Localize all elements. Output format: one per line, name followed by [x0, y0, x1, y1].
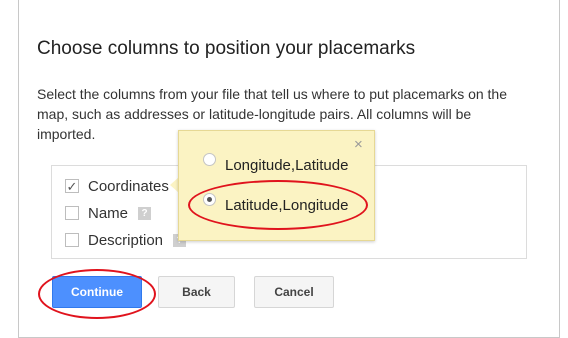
name-checkbox[interactable]: [65, 206, 79, 220]
close-icon[interactable]: ×: [354, 136, 363, 153]
continue-button[interactable]: Continue: [52, 276, 142, 308]
radio-button[interactable]: [203, 152, 216, 166]
option-latitude-longitude[interactable]: Latitude,Longitude: [203, 192, 349, 216]
coordinate-order-popup: [178, 130, 375, 241]
column-row-coordinates[interactable]: ✓ Coordinates: [65, 175, 169, 197]
back-button[interactable]: Back: [158, 276, 235, 308]
cancel-button[interactable]: Cancel: [254, 276, 334, 308]
column-row-description[interactable]: Description ?: [65, 229, 187, 251]
coordinates-checkbox[interactable]: ✓: [65, 179, 79, 193]
name-label: Name: [88, 204, 129, 222]
radio-button-selected[interactable]: [203, 192, 216, 206]
description-label: Description: [88, 231, 164, 249]
dialog-title: Choose columns to position your placemar…: [37, 38, 416, 59]
help-icon[interactable]: ?: [138, 206, 152, 220]
option-label: Longitude,Latitude: [225, 156, 349, 174]
option-label: Latitude,Longitude: [225, 196, 349, 214]
description-checkbox[interactable]: [65, 233, 79, 247]
option-longitude-latitude[interactable]: Longitude,Latitude: [203, 152, 349, 176]
coordinates-label: Coordinates: [88, 177, 169, 195]
column-row-name[interactable]: Name ?: [65, 202, 152, 224]
